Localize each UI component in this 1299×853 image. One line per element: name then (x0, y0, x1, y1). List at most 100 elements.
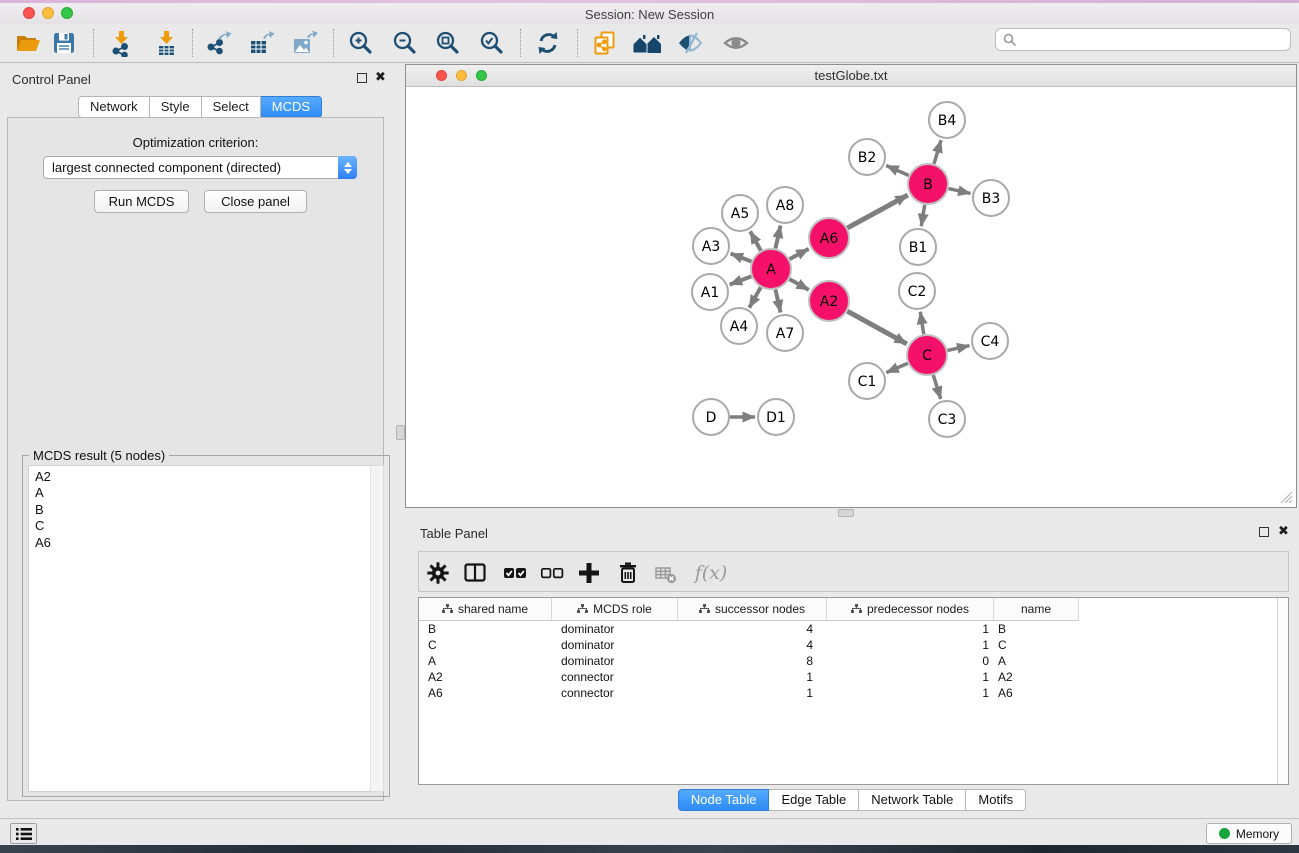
graph-edge-A-A6[interactable] (790, 249, 809, 259)
network-graph[interactable]: B4B2BB3A8A5A6A3B1AA1C2A2A4A7C4CC1C3DD1 (406, 87, 1296, 507)
table-row[interactable]: A dominator 8 0 A (419, 653, 1288, 669)
graph-edge-B-B4[interactable] (934, 140, 941, 164)
graph-edge-A6-B[interactable] (847, 195, 907, 228)
criterion-dropdown-value: largest connected component (directed) (44, 160, 339, 175)
tab-mcds[interactable]: MCDS (261, 96, 322, 118)
graph-edge-A-A1[interactable] (730, 276, 752, 284)
list-scrollbar[interactable] (370, 465, 384, 792)
birds-eye-view-button[interactable] (718, 26, 754, 60)
graph-edge-C-C4[interactable] (947, 346, 969, 351)
criterion-dropdown[interactable]: largest connected component (directed) (43, 156, 357, 179)
delete-table-button[interactable] (651, 558, 681, 587)
tab-style[interactable]: Style (150, 96, 202, 118)
mcds-result-list[interactable]: A2 A B C A6 (28, 465, 371, 792)
close-panel-icon[interactable]: ✖ (375, 72, 386, 82)
search-icon (1003, 33, 1017, 47)
import-network-button[interactable] (103, 26, 139, 60)
graph-edge-C-C2[interactable] (920, 312, 924, 335)
import-table-button[interactable] (148, 26, 184, 60)
table-settings-button[interactable] (423, 558, 453, 587)
graph-edge-A2-C[interactable] (847, 311, 906, 344)
task-history-button[interactable] (10, 823, 37, 844)
list-item[interactable]: B (35, 502, 370, 518)
close-panel-icon[interactable]: ✖ (1278, 526, 1289, 536)
network-canvas[interactable]: B4B2BB3A8A5A6A3B1AA1C2A2A4A7C4CC1C3DD1 (406, 87, 1296, 507)
zoom-in-icon (347, 29, 375, 57)
memory-label: Memory (1236, 827, 1279, 841)
graph-edge-A-A8[interactable] (775, 226, 780, 249)
main-toolbar (0, 24, 1299, 63)
split-panel-button[interactable] (460, 558, 490, 587)
export-image-button[interactable] (286, 26, 322, 60)
tab-network[interactable]: Network (78, 96, 150, 118)
export-network-button[interactable] (200, 26, 236, 60)
graph-edge-A-A3[interactable] (731, 254, 752, 262)
new-network-from-selection-button[interactable] (587, 26, 623, 60)
search-input[interactable] (1017, 31, 1290, 49)
graph-node-label-A5: A5 (731, 206, 749, 222)
fx-icon: f(x) (695, 562, 728, 584)
window-title: Session: New Session (0, 7, 1299, 22)
graph-edge-A-A7[interactable] (775, 290, 780, 313)
column-header-predecessor-nodes[interactable]: predecessor nodes (827, 598, 994, 621)
network-window-titlebar: testGlobe.txt (406, 65, 1296, 87)
tab-node-table[interactable]: Node Table (678, 789, 770, 811)
table-row[interactable]: B dominator 4 1 B (419, 621, 1288, 637)
graph-edge-B-B3[interactable] (948, 189, 970, 194)
table-row[interactable]: C dominator 4 1 C (419, 637, 1288, 653)
function-builder-button[interactable]: f(x) (691, 558, 731, 587)
column-header-name[interactable]: name (994, 598, 1079, 621)
save-session-button[interactable] (46, 26, 82, 60)
graph-edge-A-A4[interactable] (749, 287, 760, 307)
list-item[interactable]: A6 (35, 535, 370, 551)
float-panel-icon[interactable] (1259, 527, 1269, 537)
zoom-fit-icon (434, 29, 462, 57)
list-item[interactable]: A (35, 485, 370, 501)
memory-button[interactable]: Memory (1206, 823, 1292, 844)
column-header-shared-name[interactable]: shared name (419, 598, 552, 621)
graph-edge-A-A5[interactable] (750, 231, 761, 250)
vertical-splitter-handle[interactable] (396, 425, 405, 440)
list-item[interactable]: C (35, 518, 370, 534)
zoom-out-button[interactable] (387, 26, 423, 60)
search-field[interactable] (995, 28, 1291, 51)
export-table-button[interactable] (243, 26, 279, 60)
column-header-successor-nodes[interactable]: successor nodes (678, 598, 827, 621)
tab-edge-table[interactable]: Edge Table (769, 789, 859, 811)
first-neighbors-button[interactable] (629, 26, 665, 60)
control-panel-title: Control Panel (12, 72, 91, 87)
list-item[interactable]: A2 (35, 469, 370, 485)
show-all-columns-button[interactable] (500, 558, 530, 587)
open-session-button[interactable] (10, 26, 46, 60)
graph-edge-B-B2[interactable] (886, 165, 909, 175)
float-panel-icon[interactable] (357, 73, 367, 83)
run-mcds-button[interactable]: Run MCDS (94, 190, 189, 213)
window-resize-grip[interactable] (1280, 491, 1293, 504)
close-panel-button[interactable]: Close panel (204, 190, 307, 213)
hide-all-columns-button[interactable] (537, 558, 567, 587)
apply-layout-button[interactable] (530, 26, 566, 60)
table-row[interactable]: A6 connector 1 1 A6 (419, 685, 1288, 701)
graph-edge-C-C1[interactable] (886, 363, 907, 372)
zoom-in-button[interactable] (343, 26, 379, 60)
delete-table-icon (652, 559, 680, 587)
graph-node-label-C3: C3 (938, 412, 957, 428)
eye-icon (722, 29, 750, 57)
tab-network-table[interactable]: Network Table (859, 789, 966, 811)
column-header-mcds-role[interactable]: MCDS role (552, 598, 678, 621)
table-row[interactable]: A2 connector 1 1 A2 (419, 669, 1288, 685)
graphics-details-button[interactable] (672, 26, 708, 60)
graph-edge-A-A2[interactable] (789, 279, 808, 290)
tab-select[interactable]: Select (202, 96, 261, 118)
graph-edge-C-C3[interactable] (933, 375, 940, 399)
zoom-selected-button[interactable] (474, 26, 510, 60)
graph-edge-B-B1[interactable] (921, 205, 924, 227)
horizontal-splitter-handle[interactable] (838, 509, 854, 517)
table-scrollbar[interactable] (1277, 598, 1288, 784)
delete-columns-button[interactable] (613, 558, 643, 587)
zoom-fit-button[interactable] (430, 26, 466, 60)
create-column-button[interactable] (574, 558, 604, 587)
graph-node-label-A2: A2 (820, 294, 838, 310)
tab-motifs[interactable]: Motifs (966, 789, 1026, 811)
control-panel-tabs: Network Style Select MCDS (78, 96, 322, 118)
